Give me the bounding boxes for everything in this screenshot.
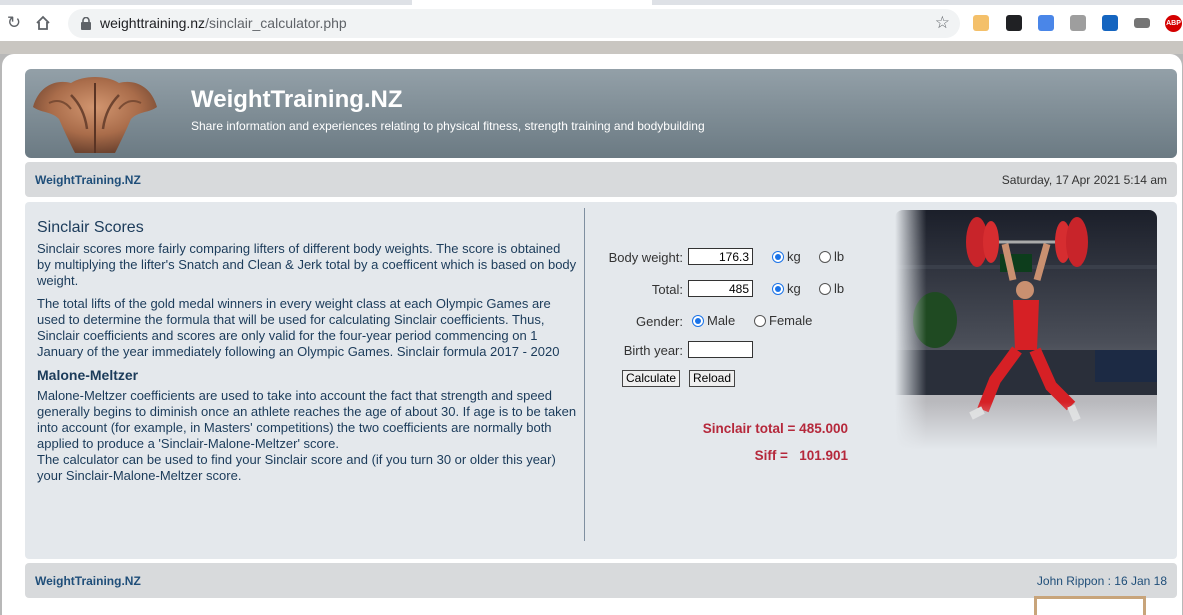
column-divider <box>584 208 585 541</box>
siff-result: Siff = 101.901 <box>754 448 848 463</box>
home-link[interactable]: WeightTraining.NZ <box>35 173 141 187</box>
extension-incognito-icon[interactable] <box>1006 15 1022 31</box>
bookmark-star-icon[interactable]: ☆ <box>935 13 950 33</box>
nav-bar: WeightTraining.NZ Saturday, 17 Apr 2021 … <box>25 162 1177 197</box>
birth-year-label: Birth year: <box>623 343 683 358</box>
site-banner: WeightTraining.NZ Share information and … <box>25 69 1177 158</box>
body-weight-lb-radio[interactable]: lb <box>819 249 844 264</box>
gender-label: Gender: <box>636 314 683 329</box>
calculate-button[interactable]: Calculate <box>622 370 681 387</box>
current-date: Saturday, 17 Apr 2021 5:14 am <box>1001 173 1167 187</box>
main-content: Sinclair Scores Sinclair scores more fai… <box>25 202 1177 559</box>
article-paragraph-3: Malone-Meltzer coefficients are used to … <box>37 388 577 451</box>
reload-icon[interactable]: ↻ <box>0 9 28 37</box>
site-tagline: Share information and experiences relati… <box>191 119 705 133</box>
article-paragraph-1: Sinclair scores more fairly comparing li… <box>37 241 577 288</box>
body-weight-input[interactable] <box>688 248 753 265</box>
total-row: Total: kg lb <box>597 280 887 300</box>
browser-toolbar: ↻ weighttraining.nz/sinclair_calculator.… <box>0 5 1183 41</box>
body-weight-kg-radio[interactable]: kg <box>772 249 801 264</box>
weightlifter-photo <box>895 210 1157 450</box>
home-icon[interactable] <box>29 9 57 37</box>
site-title: WeightTraining.NZ <box>191 86 403 113</box>
article-subheading: Malone-Meltzer <box>37 367 139 383</box>
gender-female-radio[interactable]: Female <box>754 313 812 328</box>
article-paragraph-4: The calculator can be used to find your … <box>37 452 556 483</box>
footer-credit: John Rippon : 16 Jan 18 <box>1036 574 1167 588</box>
extension-g-icon[interactable] <box>1070 15 1086 31</box>
total-label: Total: <box>651 282 683 297</box>
footer-bar: WeightTraining.NZ John Rippon : 16 Jan 1… <box>25 563 1177 598</box>
body-weight-label: Body weight: <box>608 250 683 265</box>
body-weight-row: Body weight: kg lb <box>597 248 887 268</box>
bottom-corner-widget <box>1034 596 1146 615</box>
birth-year-input[interactable] <box>688 341 753 358</box>
footer-home-link[interactable]: WeightTraining.NZ <box>35 574 141 588</box>
page-top-margin <box>0 41 1183 54</box>
adblock-plus-icon[interactable]: ABP <box>1165 15 1182 32</box>
sinclair-total-result: Sinclair total = 485.000 <box>702 421 848 436</box>
extension-gamepad-icon[interactable] <box>1134 18 1150 28</box>
article: Sinclair Scores Sinclair scores more fai… <box>37 220 577 484</box>
birth-year-row: Birth year: <box>597 341 887 361</box>
extension-window-icon[interactable] <box>1102 15 1118 31</box>
article-heading: Sinclair Scores <box>37 219 144 236</box>
total-kg-radio[interactable]: kg <box>772 281 801 296</box>
url-text: weighttraining.nz/sinclair_calculator.ph… <box>100 15 347 31</box>
total-lb-radio[interactable]: lb <box>819 281 844 296</box>
article-paragraph-2: The total lifts of the gold medal winner… <box>37 296 560 359</box>
gender-row: Gender: Male Female <box>597 312 887 332</box>
button-row: Calculate Reload <box>597 370 887 390</box>
reload-button[interactable]: Reload <box>689 370 736 387</box>
lock-icon[interactable] <box>80 17 92 30</box>
gender-male-radio[interactable]: Male <box>692 313 735 328</box>
extension-emoji-icon[interactable] <box>973 15 989 31</box>
address-bar[interactable]: weighttraining.nz/sinclair_calculator.ph… <box>68 9 960 38</box>
total-input[interactable] <box>688 280 753 297</box>
muscular-back-logo <box>33 77 157 153</box>
google-translate-icon[interactable] <box>1038 15 1054 31</box>
page: WeightTraining.NZ Share information and … <box>2 54 1182 615</box>
sinclair-formula-link[interactable]: Sinclair formula 2017 - 2020 <box>397 344 560 359</box>
